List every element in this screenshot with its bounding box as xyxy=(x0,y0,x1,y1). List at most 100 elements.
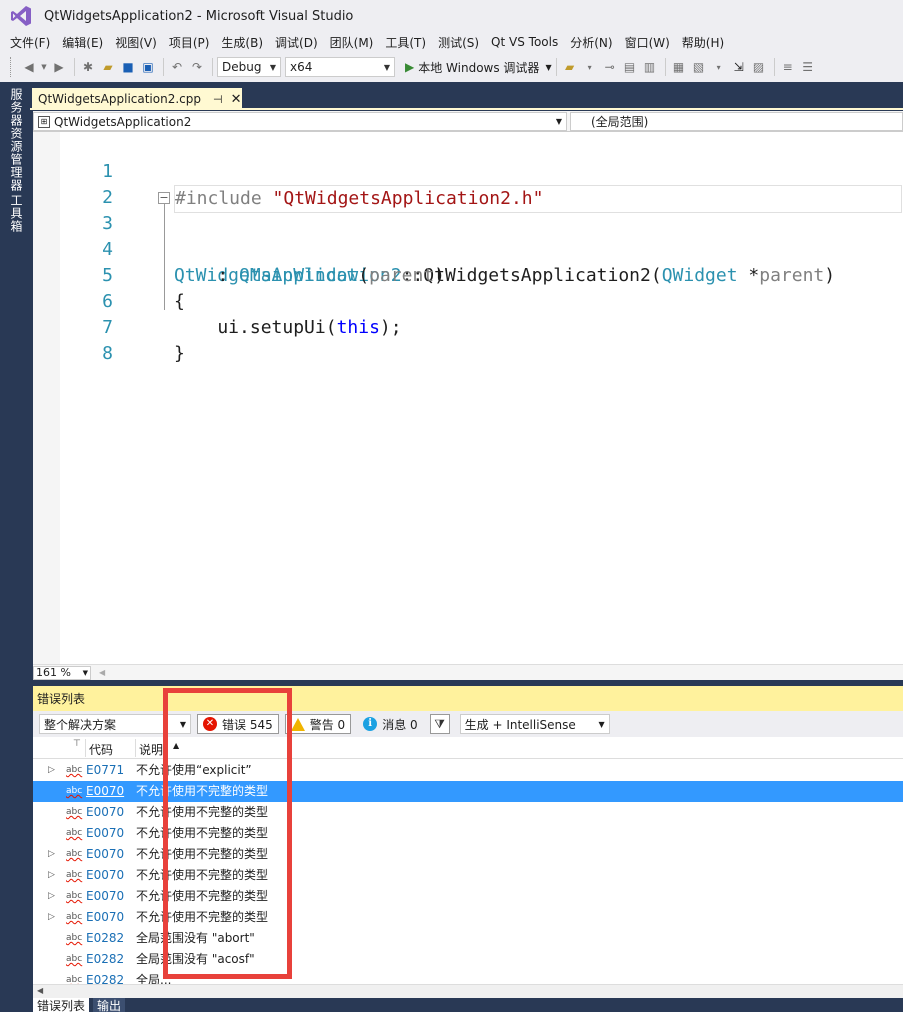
warnings-filter-label: 警告 0 xyxy=(309,717,346,732)
menu-debug[interactable]: 调试(D) xyxy=(269,34,324,51)
expand-icon[interactable]: ▷ xyxy=(48,886,55,907)
highlight-annotation-box xyxy=(163,688,292,979)
clear-filter-icon[interactable]: ⧩ xyxy=(429,714,450,734)
scope-select[interactable]: (全局范围) xyxy=(570,112,903,131)
intellisense-error-icon: abc xyxy=(66,849,83,859)
toolbox-tab[interactable]: 工具箱 xyxy=(8,194,25,233)
expand-icon[interactable]: ▷ xyxy=(48,760,55,781)
code-line: 2 xyxy=(33,159,903,208)
start-debugging-button[interactable]: ▶ 本地 Windows 调试器 ▼ xyxy=(405,59,552,76)
error-code[interactable]: E0070 xyxy=(86,865,124,886)
pin-icon[interactable]: ⊣ xyxy=(213,93,223,106)
expand-icon[interactable]: ▷ xyxy=(48,844,55,865)
intellisense-error-icon: abc xyxy=(66,933,83,943)
tab-qtwidgetsapplication2-cpp[interactable]: QtWidgetsApplication2.cpp ⊣ ✕ xyxy=(32,88,242,110)
menu-view[interactable]: 视图(V) xyxy=(109,34,163,51)
platform-value: x64 xyxy=(290,60,313,74)
chevron-down-icon: ▼ xyxy=(598,719,605,729)
toolbar-separator xyxy=(555,58,557,76)
error-code[interactable]: E0282 xyxy=(86,928,124,949)
menu-build[interactable]: 生成(B) xyxy=(215,34,269,51)
error-code[interactable]: E0771 xyxy=(86,760,124,781)
column-header-code[interactable]: 代码 xyxy=(89,741,113,758)
menu-window[interactable]: 窗口(W) xyxy=(619,34,676,51)
outdent-icon[interactable]: ▦ xyxy=(670,58,688,76)
toolbar-grip[interactable] xyxy=(10,57,14,77)
filter-column-icon[interactable]: ⊤ xyxy=(73,739,81,749)
column-divider[interactable] xyxy=(135,739,136,757)
list-icon[interactable]: ☰ xyxy=(799,58,817,76)
menu-edit[interactable]: 编辑(E) xyxy=(56,34,109,51)
code-line: 5 { xyxy=(33,237,903,312)
project-class-select[interactable]: ⊞ QtWidgetsApplication2 ▼ xyxy=(33,112,567,131)
zoom-select[interactable]: 161 % ▼ xyxy=(33,665,91,680)
play-icon: ▶ xyxy=(405,60,415,74)
error-code[interactable]: E0070 xyxy=(86,823,124,844)
undo-icon[interactable]: ↶ xyxy=(168,58,186,76)
new-project-icon[interactable]: ✱ xyxy=(79,58,97,76)
error-scope-value: 整个解决方案 xyxy=(44,717,117,732)
redo-icon[interactable]: ↷ xyxy=(188,58,206,76)
expand-icon[interactable]: ▷ xyxy=(48,865,55,886)
collapse-outline-icon[interactable]: − xyxy=(158,192,170,204)
tab-label: QtWidgetsApplication2.cpp xyxy=(38,92,201,106)
menu-tools[interactable]: 工具(T) xyxy=(379,34,432,51)
menu-bar: 文件(F) 编辑(E) 视图(V) 项目(P) 生成(B) 调试(D) 团队(M… xyxy=(0,32,903,52)
menu-qt-vs-tools[interactable]: Qt VS Tools xyxy=(485,35,564,49)
close-icon[interactable]: ✕ xyxy=(231,92,242,107)
error-code[interactable]: E0070 xyxy=(86,886,124,907)
open-file-icon[interactable]: ▰ xyxy=(99,58,117,76)
format-document-icon[interactable]: ▤ xyxy=(621,58,639,76)
build-intellisense-select[interactable]: 生成 + IntelliSense ▼ xyxy=(459,714,610,734)
tab-error-list[interactable]: 错误列表 xyxy=(33,998,89,1012)
error-code[interactable]: E0070 xyxy=(86,907,124,928)
solution-platform-select[interactable]: x64 ▼ xyxy=(285,57,395,77)
save-all-icon[interactable]: ▣ xyxy=(139,58,157,76)
left-tool-window-strip: 服务器资源管理器 工具箱 xyxy=(0,82,30,1012)
bookmark-icon[interactable]: ⊸ xyxy=(601,58,619,76)
error-code[interactable]: E0070 xyxy=(86,802,124,823)
tab-output[interactable]: 输出 xyxy=(93,998,126,1012)
error-code[interactable]: E0070 xyxy=(86,781,124,802)
menu-help[interactable]: 帮助(H) xyxy=(676,34,730,51)
indent-icon[interactable]: ▧ xyxy=(690,58,708,76)
menu-project[interactable]: 项目(P) xyxy=(163,34,216,51)
menu-team[interactable]: 团队(M) xyxy=(324,34,380,51)
toolbar-separator xyxy=(163,58,164,76)
warnings-filter-button[interactable]: 警告 0 xyxy=(284,714,352,734)
save-icon[interactable]: ■ xyxy=(119,58,137,76)
menu-analyze[interactable]: 分析(N) xyxy=(564,34,618,51)
expand-icon[interactable]: ▷ xyxy=(48,907,55,928)
align-icon[interactable]: ≡ xyxy=(779,58,797,76)
find-in-files-icon[interactable]: ▰ xyxy=(561,58,579,76)
column-header-description[interactable]: 说明 xyxy=(139,741,163,758)
intellisense-error-icon: abc xyxy=(66,828,83,838)
intellisense-error-icon: abc xyxy=(66,870,83,880)
step-into-icon[interactable]: ⇲ xyxy=(730,58,748,76)
error-code[interactable]: E0282 xyxy=(86,949,124,970)
scroll-left-icon[interactable]: ◀ xyxy=(37,986,43,995)
step-over-icon[interactable]: ▨ xyxy=(750,58,768,76)
horizontal-scrollbar[interactable]: ◀ xyxy=(33,984,903,998)
messages-filter-button[interactable]: i 消息 0 xyxy=(357,714,423,734)
zoom-value: 161 % xyxy=(36,666,71,679)
code-line: 1 #include "QtWidgetsApplication2.h" xyxy=(33,133,903,213)
navigate-back-icon[interactable]: ◀ xyxy=(20,58,38,76)
menu-test[interactable]: 测试(S) xyxy=(432,34,485,51)
chevron-down-icon[interactable]: ▼ xyxy=(40,58,48,76)
code-editor[interactable]: 1 #include "QtWidgetsApplication2.h" 2 3… xyxy=(33,132,903,664)
toolbar-overflow-icon[interactable]: ▾ xyxy=(710,58,728,76)
scroll-left-icon[interactable]: ◀ xyxy=(99,668,105,677)
menu-file[interactable]: 文件(F) xyxy=(4,34,56,51)
class-icon: ⊞ xyxy=(38,115,50,128)
column-divider[interactable] xyxy=(85,739,86,757)
comment-icon[interactable]: ▥ xyxy=(641,58,659,76)
toolbar-separator xyxy=(664,58,666,76)
server-explorer-tab[interactable]: 服务器资源管理器 xyxy=(8,88,25,192)
chevron-down-icon: ▼ xyxy=(269,62,276,72)
toolbar-overflow-icon[interactable]: ▾ xyxy=(581,58,599,76)
solution-configuration-select[interactable]: Debug ▼ xyxy=(217,57,281,77)
navigate-forward-icon[interactable]: ▶ xyxy=(50,58,68,76)
error-code[interactable]: E0070 xyxy=(86,844,124,865)
messages-filter-label: 消息 0 xyxy=(382,717,418,732)
